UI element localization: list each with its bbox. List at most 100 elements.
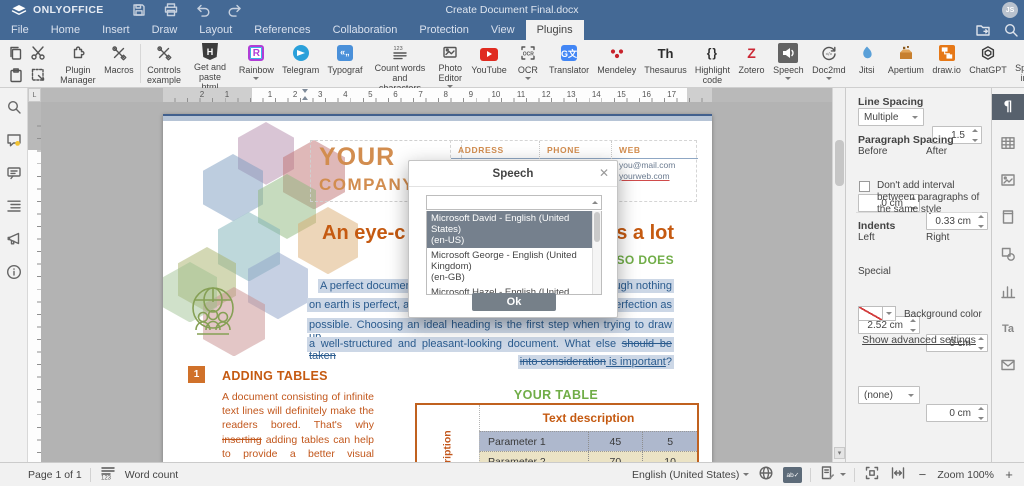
sidebar-navigation-button[interactable]: [4, 197, 24, 217]
redo-button[interactable]: [226, 2, 244, 18]
tab-file[interactable]: File: [0, 20, 40, 40]
table-settings-button[interactable]: [992, 131, 1024, 157]
speech-icon: [778, 43, 798, 63]
sidebar-feedback-button[interactable]: [4, 230, 24, 250]
plugin-get-and-paste-html[interactable]: HGet and paste html: [185, 40, 235, 87]
plugin-youtube[interactable]: YouTube: [467, 40, 511, 87]
mailmerge-button[interactable]: [992, 353, 1024, 379]
scrollbar-thumb[interactable]: [835, 140, 844, 186]
show-advanced-settings-link[interactable]: Show advanced settings: [846, 334, 992, 346]
plugin-telegram[interactable]: Telegram: [278, 40, 323, 87]
vertical-ruler[interactable]: [28, 102, 41, 462]
plugin-highlight-code[interactable]: {}Highlight code: [691, 40, 734, 87]
print-button[interactable]: [162, 2, 180, 18]
voice-option[interactable]: Microsoft George - English (United Kingd…: [427, 248, 601, 285]
section-paragraph-line: A document consisting of infinite: [222, 390, 374, 404]
paste-button[interactable]: [6, 65, 26, 85]
menu-tab-bar: FileHomeInsertDrawLayoutReferencesCollab…: [0, 20, 1024, 40]
zoom-level[interactable]: Zoom 100%: [937, 469, 994, 481]
voice-list[interactable]: Microsoft David - English (United States…: [426, 211, 602, 295]
scroll-down-button[interactable]: ▾: [834, 447, 845, 459]
horizontal-ruler[interactable]: 211234567891011121314151617: [41, 88, 832, 102]
plugin-rainbow[interactable]: RRainbow: [235, 40, 278, 87]
plugin-photo-editor[interactable]: Photo Editor: [433, 40, 467, 87]
fit-to-width-button[interactable]: [889, 464, 907, 485]
copy-button[interactable]: [6, 43, 26, 63]
ok-button[interactable]: Ok: [472, 293, 556, 311]
tab-plugins[interactable]: Plugins: [526, 20, 584, 40]
tab-home[interactable]: Home: [40, 20, 91, 40]
tab-draw[interactable]: Draw: [141, 20, 189, 40]
tab-view[interactable]: View: [480, 20, 526, 40]
fit-to-page-button[interactable]: [863, 464, 881, 485]
tab-layout[interactable]: Layout: [188, 20, 243, 40]
save-button[interactable]: [130, 2, 148, 18]
plugin-plugin-manager[interactable]: Plugin Manager: [56, 40, 100, 87]
image-settings-button[interactable]: [992, 168, 1024, 194]
zoom-out-button[interactable]: −: [915, 467, 929, 482]
plugin-speech-input[interactable]: Speech input: [1011, 40, 1024, 87]
cut-button[interactable]: [28, 43, 48, 63]
shape-settings-button[interactable]: [992, 242, 1024, 268]
plugin-count-words-and-characters[interactable]: 123Count words and characters: [367, 40, 434, 87]
tab-protection[interactable]: Protection: [408, 20, 480, 40]
comments-icon: [5, 131, 23, 152]
plugin-thesaurus[interactable]: ThThesaurus: [640, 40, 690, 87]
textart-settings-button[interactable]: Ta: [992, 316, 1024, 342]
plugin-controls-example[interactable]: Controls example: [143, 40, 185, 87]
headerfooter-settings-button[interactable]: [992, 205, 1024, 231]
spellcheck-toggle[interactable]: ab✓: [783, 467, 802, 483]
language-selector[interactable]: English (United States): [632, 469, 749, 481]
sidebar-comments-button[interactable]: [4, 131, 24, 151]
plugin-jitsi[interactable]: Jitsi: [850, 40, 884, 87]
track-changes-button[interactable]: [819, 464, 846, 485]
plugin-doc2md[interactable]: </>Doc2md: [808, 40, 850, 87]
plugin-translator[interactable]: G文Translator: [545, 40, 593, 87]
section-paragraph-line: readers bored. That's why: [222, 418, 374, 432]
special-select[interactable]: (none): [858, 386, 920, 404]
zoom-in-button[interactable]: +: [1002, 467, 1016, 482]
plugin-apertium[interactable]: Apertium: [884, 40, 928, 87]
dialog-close-icon[interactable]: ✕: [599, 167, 609, 179]
svg-text:123: 123: [393, 46, 402, 52]
search-header-icon[interactable]: [1002, 21, 1020, 39]
avatar[interactable]: JS: [1002, 2, 1018, 18]
tab-references[interactable]: References: [243, 20, 321, 40]
word-count-button[interactable]: Word count: [125, 469, 179, 481]
plugin-zotero[interactable]: ZZotero: [734, 40, 769, 87]
plugin-mendeley[interactable]: Mendeley: [593, 40, 640, 87]
sidebar-chat-button[interactable]: [4, 164, 24, 184]
app-logo: ONLYOFFICE: [0, 0, 114, 21]
interval-checkbox[interactable]: [859, 181, 870, 192]
tab-insert[interactable]: Insert: [91, 20, 141, 40]
list-scrollbar[interactable]: [592, 211, 601, 295]
sidebar-about-button[interactable]: [4, 263, 24, 283]
set-language-icon[interactable]: [757, 464, 775, 485]
tab-stop-selector[interactable]: L: [28, 88, 41, 102]
background-color-picker[interactable]: [858, 306, 896, 321]
line-spacing-select[interactable]: Multiple: [858, 108, 924, 126]
voice-combobox[interactable]: [426, 195, 602, 210]
select-all-button[interactable]: [28, 65, 48, 85]
paragraph-settings-panel: Line Spacing Multiple 1.5 Paragraph Spac…: [845, 88, 991, 462]
background-color-swatch[interactable]: [858, 306, 883, 321]
undo-button[interactable]: [194, 2, 212, 18]
chart-settings-button[interactable]: [992, 279, 1024, 305]
plugin-chatgpt[interactable]: ChatGPT: [965, 40, 1011, 87]
special-stepper[interactable]: 0 cm: [926, 404, 988, 422]
vertical-scrollbar[interactable]: ▾: [832, 88, 845, 462]
plugin-draw-io[interactable]: draw.io: [928, 40, 965, 87]
app-header: ONLYOFFICE Create Document Final.docx JS: [0, 0, 1024, 20]
plugin-speech[interactable]: Speech: [769, 40, 808, 87]
code-icon: {}: [702, 43, 722, 63]
tab-collaboration[interactable]: Collaboration: [322, 20, 409, 40]
voice-option[interactable]: Microsoft David - English (United States…: [427, 211, 601, 248]
plugin-typograf[interactable]: «„Typograf: [323, 40, 366, 87]
plugin-macros[interactable]: Macros: [100, 40, 138, 87]
open-file-location-icon[interactable]: [974, 21, 992, 39]
paragraph-button[interactable]: ¶: [992, 94, 1024, 120]
sidebar-search-button[interactable]: [4, 98, 24, 118]
indent-marker[interactable]: [302, 89, 309, 100]
plugin-ocr[interactable]: OCROCR: [511, 40, 545, 87]
page-indicator[interactable]: Page 1 of 1: [28, 469, 82, 481]
